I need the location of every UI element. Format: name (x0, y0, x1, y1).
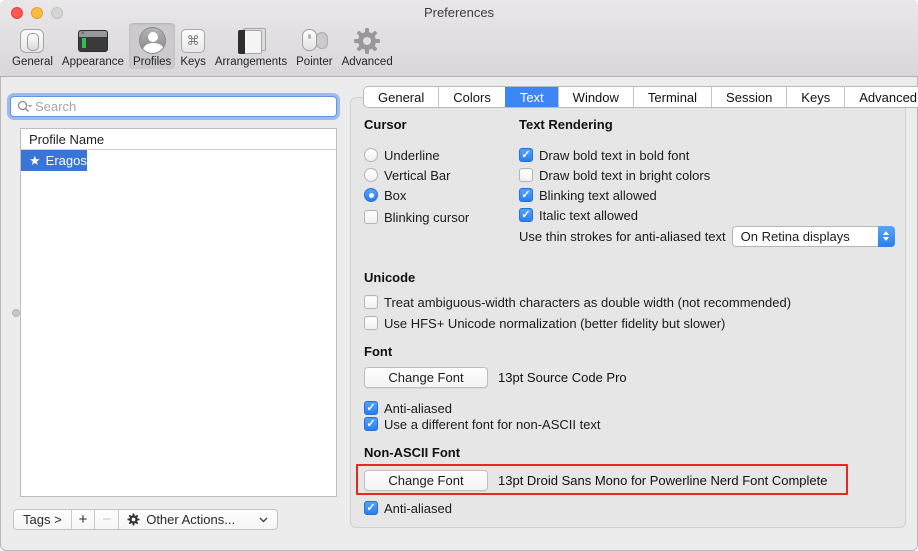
command-key-icon: ⌘ (181, 29, 205, 53)
gear-icon (127, 513, 140, 526)
thin-strokes-row: Use thin strokes for anti-aliased text O… (519, 225, 895, 247)
thin-strokes-dropdown[interactable]: On Retina displays (732, 226, 895, 247)
checkbox-icon (519, 148, 533, 162)
toolbar-item-general[interactable]: General (8, 23, 57, 69)
toolbar-item-keys[interactable]: ⌘ Keys (176, 23, 210, 69)
mouse-icon (301, 28, 328, 54)
thin-strokes-label: Use thin strokes for anti-aliased text (519, 229, 726, 244)
tab-general[interactable]: General (364, 87, 438, 107)
profile-row-eragos[interactable]: ★ Eragos (21, 150, 87, 171)
title-bar: Preferences General Appearance Profiles … (0, 0, 918, 77)
tab-keys[interactable]: Keys (786, 87, 844, 107)
radio-icon (364, 148, 378, 162)
checkbox-icon (364, 295, 378, 309)
window-title: Preferences (0, 5, 918, 20)
profile-list: Profile Name ★ Eragos (20, 128, 337, 497)
toolbar-item-profiles[interactable]: Profiles (129, 23, 175, 69)
non-ascii-font-section-title: Non-ASCII Font (364, 445, 460, 460)
radio-underline[interactable]: Underline (364, 145, 440, 165)
checkbox-icon (364, 501, 378, 515)
checkbox-icon (519, 168, 533, 182)
person-icon (139, 27, 166, 54)
dark-window-icon (78, 30, 108, 52)
toggle-switch-icon (20, 29, 44, 53)
text-rendering-section-title: Text Rendering (519, 117, 613, 132)
change-non-ascii-font-button[interactable]: Change Font (364, 470, 488, 491)
search-icon (17, 100, 32, 113)
non-ascii-font-description: 13pt Droid Sans Mono for Powerline Nerd … (498, 473, 828, 488)
profile-name: Eragos (46, 150, 87, 171)
font-description: 13pt Source Code Pro (498, 370, 627, 385)
checkbox-italic-text[interactable]: Italic text allowed (519, 205, 638, 225)
checkbox-icon (364, 401, 378, 415)
add-profile-button[interactable]: + (71, 510, 95, 529)
tab-advanced[interactable]: Advanced (844, 87, 918, 107)
unicode-section-title: Unicode (364, 270, 415, 285)
checkbox-icon (364, 417, 378, 431)
checkbox-non-ascii-anti-aliased[interactable]: Anti-aliased (364, 498, 452, 518)
tab-session[interactable]: Session (711, 87, 786, 107)
tab-text[interactable]: Text (505, 87, 558, 107)
radio-icon (364, 188, 378, 202)
preferences-window: Preferences General Appearance Profiles … (0, 0, 918, 551)
checkbox-ambiguous-width[interactable]: Treat ambiguous-width characters as doub… (364, 292, 791, 312)
splitter-handle[interactable] (12, 309, 20, 317)
checkbox-hfs-normalization[interactable]: Use HFS+ Unicode normalization (better f… (364, 313, 725, 333)
search-input[interactable] (35, 99, 330, 114)
window-panels-icon (236, 28, 266, 54)
tab-colors[interactable]: Colors (438, 87, 505, 107)
radio-box[interactable]: Box (364, 185, 406, 205)
other-actions-button[interactable]: Other Actions... (118, 510, 277, 529)
profile-actions-bar: Tags > + − Other Actions... (13, 509, 278, 530)
toolbar: General Appearance Profiles ⌘ Keys Arran… (8, 23, 398, 69)
change-font-button[interactable]: Change Font (364, 367, 488, 388)
checkbox-blinking-cursor[interactable]: Blinking cursor (364, 207, 469, 227)
checkbox-icon (519, 188, 533, 202)
toolbar-item-arrangements[interactable]: Arrangements (211, 23, 291, 69)
checkbox-blinking-text[interactable]: Blinking text allowed (519, 185, 657, 205)
cursor-section-title: Cursor (364, 117, 407, 132)
tab-terminal[interactable]: Terminal (633, 87, 711, 107)
font-row: Change Font 13pt Source Code Pro (364, 366, 627, 388)
checkbox-icon (519, 208, 533, 222)
toolbar-item-pointer[interactable]: Pointer (292, 23, 336, 69)
checkbox-bright-colors[interactable]: Draw bold text in bright colors (519, 165, 710, 185)
checkbox-icon (364, 316, 378, 330)
checkbox-bold-font[interactable]: Draw bold text in bold font (519, 145, 689, 165)
toolbar-item-appearance[interactable]: Appearance (58, 23, 128, 69)
tags-button[interactable]: Tags > (14, 510, 71, 529)
profile-list-header: Profile Name (21, 129, 336, 150)
remove-profile-button: − (94, 510, 118, 529)
chevron-down-icon (259, 517, 268, 523)
dropdown-stepper-icon (878, 226, 895, 247)
search-field[interactable] (10, 96, 337, 117)
radio-icon (364, 168, 378, 182)
profile-tabs: General Colors Text Window Terminal Sess… (363, 86, 918, 108)
font-section-title: Font (364, 344, 392, 359)
toolbar-item-advanced[interactable]: Advanced (338, 23, 397, 69)
star-icon: ★ (29, 150, 41, 171)
checkbox-different-non-ascii-font[interactable]: Use a different font for non-ASCII text (364, 414, 601, 434)
text-tab-panel: Cursor Underline Vertical Bar Box Blinki… (350, 97, 906, 528)
checkbox-icon (364, 210, 378, 224)
radio-vertical-bar[interactable]: Vertical Bar (364, 165, 450, 185)
tab-window[interactable]: Window (558, 87, 633, 107)
gear-icon (353, 26, 381, 55)
non-ascii-font-row: Change Font 13pt Droid Sans Mono for Pow… (364, 469, 828, 491)
